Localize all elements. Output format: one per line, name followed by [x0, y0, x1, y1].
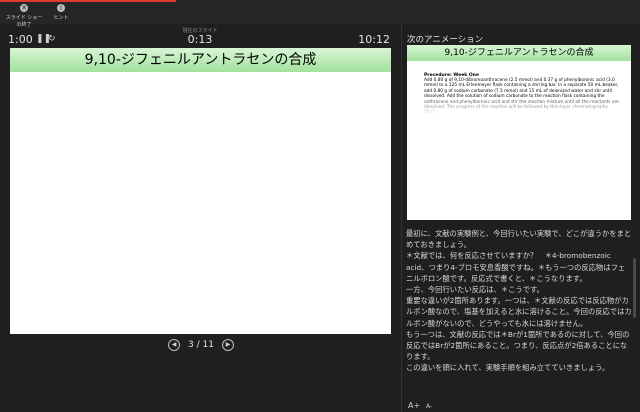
page-indicator: 3 / 11 — [188, 340, 214, 350]
top-toolbar: ✕ スライド ショーの終了 i ヒント — [0, 0, 640, 28]
decrease-font-button[interactable]: A- — [426, 403, 432, 410]
slideshow-progress-bar — [0, 0, 176, 2]
panel-divider[interactable] — [401, 24, 402, 412]
prev-icon: ◀ — [171, 341, 177, 348]
prev-slide-button[interactable]: ◀ — [168, 339, 180, 351]
exit-slideshow-button[interactable]: ✕ スライド ショーの終了 — [4, 4, 44, 28]
next-slide-title: 9,10-ジフェニルアントラセンの合成 — [407, 45, 631, 61]
current-clock: 10:12 — [358, 33, 390, 46]
notes-scrollbar[interactable] — [633, 228, 637, 378]
speaker-notes[interactable]: 最初に、文献の実験例と、今回行いたい実験で、どこが違うかをまとめておきましょう。… — [406, 228, 632, 374]
hint-button[interactable]: i ヒント — [50, 4, 72, 21]
elapsed-time: 0:13 — [187, 33, 213, 46]
next-icon: ▶ — [225, 341, 231, 348]
next-slide-fade — [424, 99, 620, 115]
next-slide-button[interactable]: ▶ — [222, 339, 234, 351]
slide-timer: 1:00 — [8, 33, 33, 46]
increase-font-button[interactable]: A+ — [408, 401, 420, 410]
reset-icon[interactable]: ↻ — [48, 34, 56, 44]
hint-label: ヒント — [53, 15, 69, 21]
exit-slideshow-label: スライド ショーの終了 — [5, 15, 43, 28]
current-slide[interactable]: 9,10-ジフェニルアントラセンの合成 — [10, 48, 391, 334]
slide-title: 9,10-ジフェニルアントラセンの合成 — [10, 48, 391, 72]
next-animation-label: 次のアニメーション — [407, 35, 484, 45]
next-slide-preview[interactable]: 9,10-ジフェニルアントラセンの合成 Procedure: Week One … — [407, 45, 631, 220]
notes-scrollbar-thumb[interactable] — [633, 258, 636, 318]
info-icon: i — [57, 4, 65, 12]
close-icon: ✕ — [20, 4, 28, 12]
slide-navigation: ◀ 3 / 11 ▶ — [0, 339, 401, 351]
